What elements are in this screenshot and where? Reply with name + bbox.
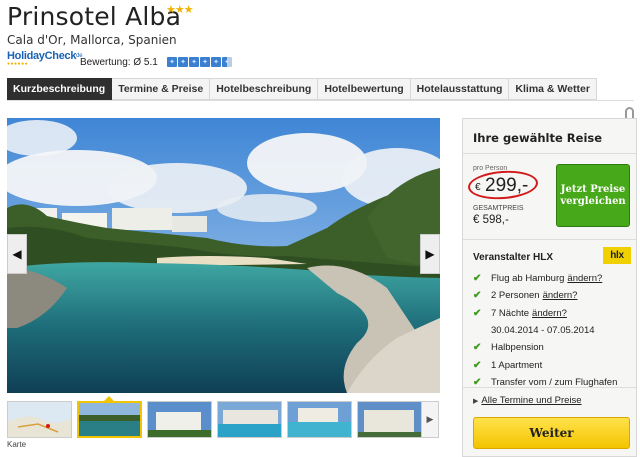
rating-label: Bewertung: Ø 5.1 bbox=[80, 57, 158, 68]
change-persons-link[interactable]: ändern? bbox=[543, 290, 578, 301]
tab-kurzbeschreibung[interactable]: Kurzbeschreibung bbox=[7, 78, 113, 100]
chevron-left-icon: ◀ bbox=[12, 247, 22, 261]
checkmark-icon: ✔ bbox=[473, 359, 482, 371]
continue-button[interactable]: Weiter bbox=[473, 417, 630, 449]
tab-klima-wetter[interactable]: Klima & Wetter bbox=[509, 78, 597, 100]
tab-hotelbewertung[interactable]: Hotelbewertung bbox=[318, 78, 411, 100]
rating-box-icon: ✦ bbox=[167, 57, 177, 67]
compare-prices-button[interactable]: Jetzt Preise vergleichen bbox=[556, 164, 630, 227]
chevron-right-icon: ▶ bbox=[425, 247, 435, 261]
tabs-divider bbox=[7, 100, 634, 101]
total-price: € 598,- bbox=[473, 214, 509, 226]
feature-dates: 30.04.2014 - 07.05.2014 bbox=[491, 325, 595, 337]
checkmark-icon: ✔ bbox=[473, 307, 482, 319]
feature-flight: ✔ Flug ab Hamburg ändern? bbox=[473, 273, 603, 285]
price-per-person: 299,- bbox=[485, 175, 529, 196]
tab-hotelbeschreibung[interactable]: Hotelbeschreibung bbox=[210, 78, 319, 100]
feature-nights: ✔ 7 Nächte ändern? bbox=[473, 307, 567, 319]
checkmark-icon: ✔ bbox=[473, 290, 482, 302]
divider bbox=[463, 153, 636, 154]
feature-room: ✔ 1 Apartment bbox=[473, 359, 543, 371]
feature-persons: ✔ 2 Personen ändern? bbox=[473, 290, 578, 302]
rating-box-icon: ✦ bbox=[189, 57, 199, 67]
gallery-next-button[interactable]: ▶ bbox=[420, 234, 440, 274]
rating-boxes: ✦ ✦ ✦ ✦ ✦ ✦ bbox=[167, 57, 232, 67]
hlx-logo: hlx bbox=[603, 247, 631, 264]
thumbnail-strip bbox=[7, 401, 422, 438]
feature-transfer: ✔ Transfer vom / zum Flughafen bbox=[473, 376, 618, 388]
all-dates-link[interactable]: ▶ Alle Termine und Preise bbox=[473, 395, 582, 406]
chevron-right-icon: ▶ bbox=[426, 414, 434, 424]
hotel-location: Cala d'Or, Mallorca, Spanien bbox=[7, 33, 177, 47]
star-rating: ★★★ bbox=[166, 4, 194, 16]
divider bbox=[463, 239, 636, 240]
tab-hotelausstattung[interactable]: Hotelausstattung bbox=[410, 78, 510, 100]
thumbnail-map[interactable] bbox=[7, 401, 72, 438]
operator-label: Veranstalter HLX bbox=[473, 252, 554, 263]
trip-features: ✔ Flug ab Hamburg ändern? ✔ 2 Personen ä… bbox=[473, 270, 633, 391]
change-nights-link[interactable]: ändern? bbox=[532, 308, 567, 319]
change-flight-link[interactable]: ändern? bbox=[567, 273, 602, 284]
feature-board: ✔ Halbpension bbox=[473, 342, 544, 354]
thumbnail-bay[interactable] bbox=[77, 401, 142, 438]
total-label: GESAMTPREIS bbox=[473, 205, 524, 212]
gallery-prev-button[interactable]: ◀ bbox=[7, 234, 27, 274]
rating-box-icon: ✦ bbox=[222, 57, 232, 67]
tab-termine-preise[interactable]: Termine & Preise bbox=[112, 78, 211, 100]
rating-box-icon: ✦ bbox=[211, 57, 221, 67]
thumbnail-next-button[interactable]: ▶ bbox=[421, 401, 439, 438]
divider bbox=[463, 387, 636, 388]
rating-box-icon: ✦ bbox=[200, 57, 210, 67]
checkmark-icon: ✔ bbox=[473, 342, 482, 354]
rating-box-icon: ✦ bbox=[178, 57, 188, 67]
thumbnail-hotel-building[interactable] bbox=[147, 401, 212, 438]
triangle-right-icon: ▶ bbox=[473, 398, 479, 405]
thumbnail-pool[interactable] bbox=[217, 401, 282, 438]
checkmark-icon: ✔ bbox=[473, 273, 482, 285]
hotel-name: Prinsotel Alba bbox=[7, 2, 182, 31]
hotel-tabs: Kurzbeschreibung Termine & Preise Hotelb… bbox=[7, 78, 597, 100]
booking-title: Ihre gewählte Reise bbox=[473, 131, 603, 145]
holidaycheck-logo[interactable]: HolidayCheckde ●●●●●● bbox=[7, 51, 83, 67]
price-currency: € bbox=[475, 182, 481, 193]
thumbnail-apartments[interactable] bbox=[357, 401, 422, 438]
hotel-main-photo bbox=[7, 118, 440, 393]
booking-panel: Ihre gewählte Reise pro Person € 299,- G… bbox=[462, 118, 637, 457]
map-caption: Karte bbox=[7, 440, 27, 449]
thumbnail-pool-area[interactable] bbox=[287, 401, 352, 438]
